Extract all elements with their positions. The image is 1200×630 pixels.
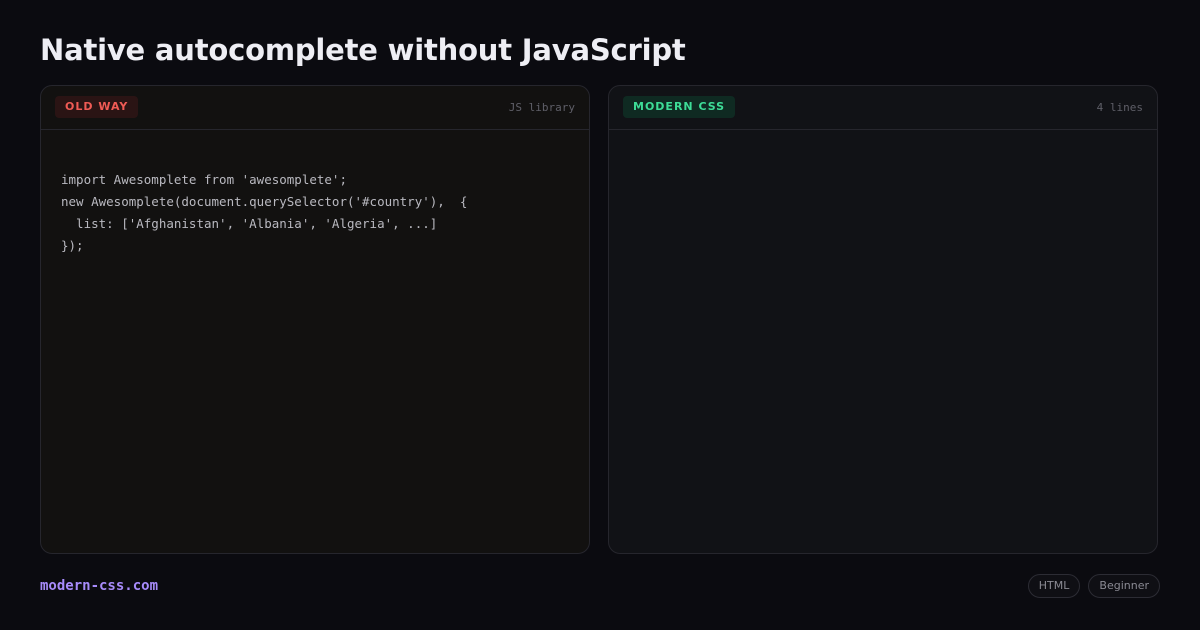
- tag-html[interactable]: HTML: [1027, 574, 1081, 598]
- old-way-meta: JS library: [508, 101, 575, 114]
- tag-beginner[interactable]: Beginner: [1088, 574, 1160, 598]
- page-title: Native autocomplete without JavaScript: [40, 33, 686, 67]
- modern-css-badge: MODERN CSS: [623, 96, 736, 118]
- site-brand-link[interactable]: modern-css.com: [40, 577, 158, 595]
- old-way-code-block: import Awesomplete from 'awesomplete'; ne…: [61, 169, 467, 257]
- modern-css-panel-header: MODERN CSS 4 lines: [609, 86, 1157, 130]
- code-line: });: [61, 238, 84, 253]
- code-line: list: ['Afghanistan', 'Albania', 'Algeri…: [61, 216, 438, 231]
- modern-css-panel: MODERN CSS 4 lines: [608, 85, 1158, 554]
- old-way-badge: OLD WAY: [55, 96, 139, 118]
- old-way-panel: OLD WAY JS library import Awesomplete fr…: [40, 85, 590, 554]
- old-way-panel-header: OLD WAY JS library: [41, 86, 589, 130]
- tag-list: HTML Beginner: [1027, 574, 1160, 598]
- code-line: new Awesomplete(document.querySelector('…: [61, 194, 468, 209]
- modern-css-meta: 4 lines: [1096, 101, 1143, 114]
- code-line: import Awesomplete from 'awesomplete';: [61, 172, 347, 187]
